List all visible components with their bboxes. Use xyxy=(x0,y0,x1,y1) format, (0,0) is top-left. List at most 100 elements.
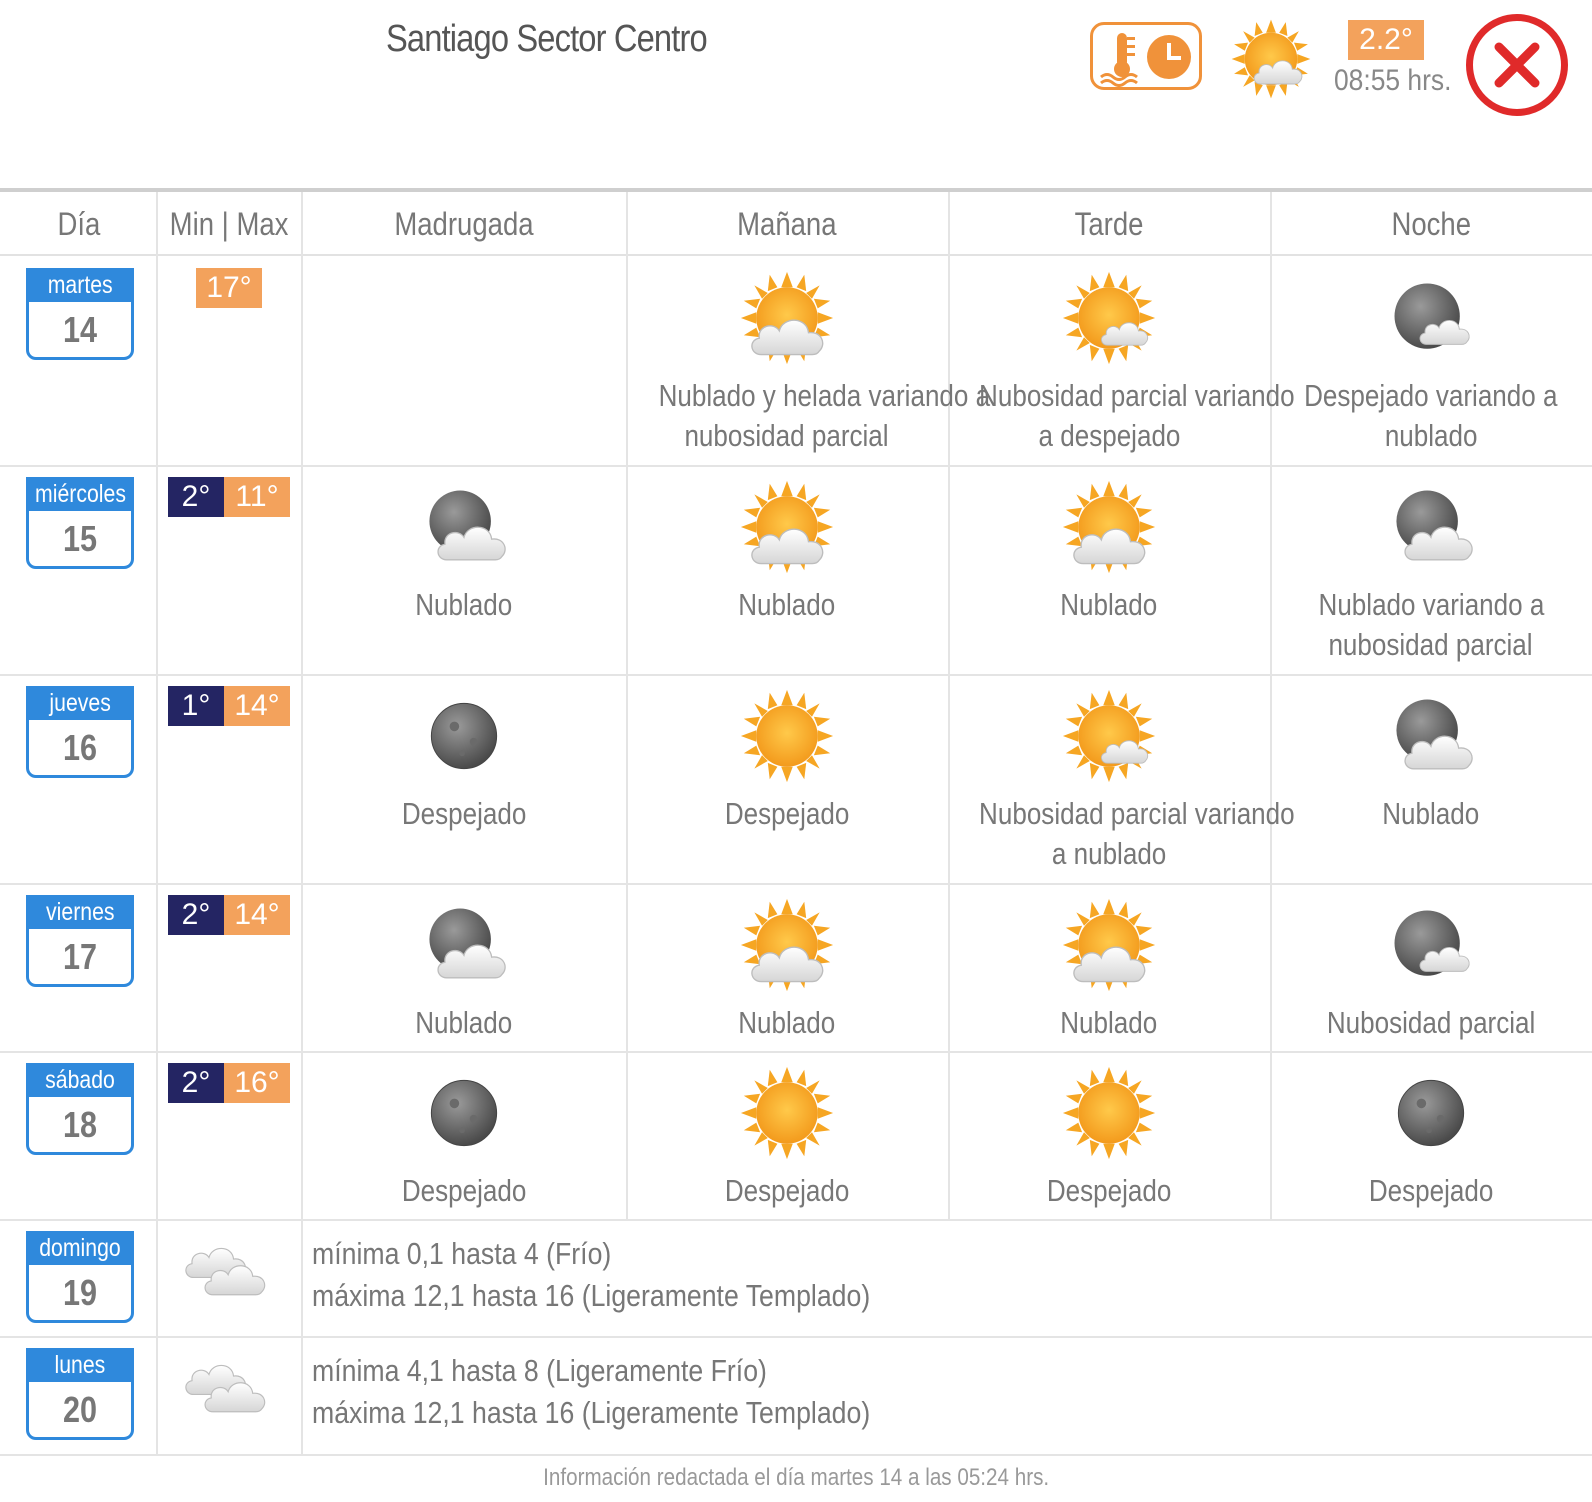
col-header-day: Día xyxy=(57,206,100,242)
condition-text: Nubosidad parcial xyxy=(1326,1005,1536,1040)
period-cell: Nublado xyxy=(627,479,947,625)
period-cell: Nublado xyxy=(949,897,1269,1043)
day-name: domingo xyxy=(26,1231,134,1265)
max-temp: 17° xyxy=(196,268,262,308)
period-cell: Nubosidad parcial variando a despejado xyxy=(949,270,1295,456)
moon-cloud-small-icon xyxy=(1394,283,1470,349)
min-max-badge: 2° 16° xyxy=(168,1063,290,1103)
sun-icon xyxy=(740,1066,834,1160)
extended-condition-icon xyxy=(184,1231,280,1332)
grid-line xyxy=(0,1219,1592,1221)
col-header-madrugada: Madrugada xyxy=(394,206,534,242)
current-time: 08:55 hrs. xyxy=(1334,64,1452,97)
min-max-badge: 2° 11° xyxy=(168,477,290,517)
grid-line xyxy=(301,192,303,1456)
condition-text: Nublado xyxy=(415,1005,513,1040)
day-number: 16 xyxy=(62,727,98,768)
condition-text: Nublado xyxy=(738,587,836,622)
condition-text: Nublado y helada variando a nubosidad par… xyxy=(658,378,991,453)
condition-text: Despejado xyxy=(401,796,527,831)
thermometer-clock-icon xyxy=(1100,33,1191,87)
sun-cloud-icon xyxy=(1062,898,1156,992)
page-title: Santiago Sector Centro xyxy=(386,18,708,60)
moon-cloud-icon xyxy=(429,490,506,561)
period-cell: Nublado xyxy=(304,479,624,625)
grid-line xyxy=(0,674,1592,676)
day-number: 19 xyxy=(62,1272,98,1313)
condition-text: Nublado xyxy=(738,1005,836,1040)
sun-cloud-small-icon xyxy=(1062,271,1156,365)
col-header-tarde: Tarde xyxy=(1074,206,1144,242)
condition-text: Despejado xyxy=(724,1173,850,1208)
period-cell: Despejado xyxy=(304,688,624,834)
period-cell: Despejado xyxy=(304,1065,624,1211)
condition-text: Despejado variando a nublado xyxy=(1304,378,1558,453)
sun-cloud-icon xyxy=(740,480,834,574)
day-name: sábado xyxy=(26,1063,134,1097)
condition-text: Despejado xyxy=(401,1173,527,1208)
period-cell: Despejado xyxy=(627,688,947,834)
period-cell: Despejado xyxy=(627,1065,947,1211)
sun-icon xyxy=(740,689,834,783)
max-temp: 14° xyxy=(224,895,290,935)
moon-cloud-icon xyxy=(429,908,506,979)
day-card: lunes 20 xyxy=(26,1348,134,1440)
moon-cloud-small-icon xyxy=(1394,910,1470,976)
period-cell: Nubosidad parcial variando a nublado xyxy=(949,688,1295,874)
col-header-manana: Mañana xyxy=(737,206,837,242)
sun-cloud-icon xyxy=(740,898,834,992)
sun-cloud-icon xyxy=(740,271,834,365)
current-condition-icon xyxy=(1230,18,1312,100)
day-card: domingo 19 xyxy=(26,1231,134,1323)
current-temperature-badge: 2.2° xyxy=(1348,20,1424,60)
condition-text: Nublado xyxy=(1060,587,1158,622)
day-number: 17 xyxy=(62,936,98,977)
day-card: viernes 17 xyxy=(26,895,134,987)
period-cell: Nublado variando a nubosidad parcial xyxy=(1271,479,1591,665)
day-card: jueves 16 xyxy=(26,686,134,778)
condition-text: Nublado xyxy=(415,587,513,622)
max-temp: 16° xyxy=(224,1063,290,1103)
max-temp: 14° xyxy=(224,686,290,726)
condition-text: Despejado xyxy=(724,796,850,831)
close-icon xyxy=(1494,42,1540,88)
clouds-icon xyxy=(185,1364,266,1413)
grid-line xyxy=(156,192,158,1456)
header: Santiago Sector Centro 2.2° 08:55 hrs. xyxy=(0,0,1592,190)
thermometer-history-button[interactable] xyxy=(1090,22,1202,90)
moon-cloud-icon xyxy=(1396,699,1473,770)
day-card: martes 14 xyxy=(26,268,134,360)
min-max-badge: 1° 14° xyxy=(168,686,290,726)
day-name: jueves xyxy=(26,686,134,720)
min-temp: 2° xyxy=(168,477,224,517)
day-name: lunes xyxy=(26,1348,134,1382)
sun-cloud-icon xyxy=(1062,480,1156,574)
period-cell: Nublado xyxy=(627,897,947,1043)
condition-text: Nublado xyxy=(1060,1005,1158,1040)
day-name: miércoles xyxy=(26,477,134,511)
moon-icon xyxy=(430,702,498,770)
moon-icon xyxy=(1397,1079,1465,1147)
day-number: 14 xyxy=(62,309,98,350)
extended-temperature-range: mínima 0,1 hasta 4 (Frío) máxima 12,1 has… xyxy=(312,1236,871,1313)
col-header-noche: Noche xyxy=(1391,206,1471,242)
col-header-minmax: Min | Max xyxy=(170,206,289,242)
period-cell: Nublado y helada variando a nubosidad par… xyxy=(627,270,991,456)
extended-condition-icon xyxy=(184,1348,280,1449)
day-number: 20 xyxy=(62,1389,98,1430)
period-cell: Nublado xyxy=(1271,688,1591,834)
day-name: martes xyxy=(26,268,134,302)
min-temp: 2° xyxy=(168,1063,224,1103)
sun-icon xyxy=(1062,1066,1156,1160)
close-button[interactable] xyxy=(1466,14,1568,116)
min-temp: 2° xyxy=(168,895,224,935)
condition-text: Despejado xyxy=(1046,1173,1172,1208)
day-number: 18 xyxy=(62,1104,98,1145)
period-cell: Nublado xyxy=(949,479,1269,625)
period-cell: Despejado variando a nublado xyxy=(1271,270,1591,456)
min-max-badge: 2° 14° xyxy=(168,895,290,935)
moon-icon xyxy=(430,1079,498,1147)
footer-note: Información redactada el día martes 14 a… xyxy=(543,1464,1049,1491)
condition-text: Nubosidad parcial variando a nublado xyxy=(979,796,1295,871)
condition-text: Despejado xyxy=(1368,1173,1494,1208)
